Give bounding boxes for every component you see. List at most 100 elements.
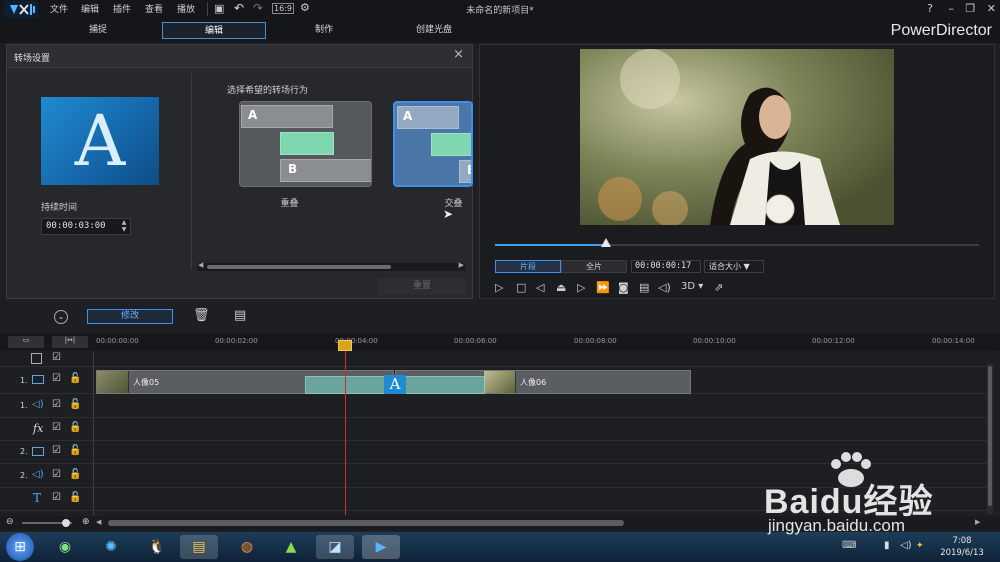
close-icon[interactable]: ✕ — [987, 2, 996, 15]
menu-plugins[interactable]: 插件 — [113, 2, 131, 15]
expand-chevron-icon[interactable]: ⌄ — [54, 310, 68, 324]
tab-capture[interactable]: 捕捉 — [58, 22, 138, 39]
track-lock-icon[interactable]: 🔓 — [69, 422, 81, 433]
track-lock-icon[interactable]: 🔓 — [69, 469, 81, 480]
crossfade-option[interactable]: A B — [393, 101, 473, 187]
mouse-cursor-icon: ➤ — [443, 207, 454, 221]
qq-icon[interactable]: 🐧 — [138, 535, 176, 559]
previous-frame-icon[interactable]: ◁ — [536, 281, 544, 294]
zoom-slider-handle[interactable] — [62, 519, 70, 527]
powerdirector-window: 文件 编辑 插件 查看 播放 ▣ ↶ ↷ 16:9 ⚙ 未命名的新项目* ? –… — [0, 0, 1000, 562]
timecode-display[interactable]: 00:00:00:17 — [631, 260, 701, 273]
file-explorer-icon[interactable]: ▤ — [180, 535, 218, 559]
track-enable-checkbox-icon[interactable]: ☑ — [52, 399, 61, 410]
track-lock-icon[interactable]: 🔓 — [69, 492, 81, 503]
track-number: 1. — [20, 401, 28, 410]
network-tray-icon[interactable]: ✦ — [916, 541, 924, 551]
help-button[interactable]: ? — [927, 2, 933, 15]
video-track-icon — [32, 447, 44, 456]
snapshot-camera-icon[interactable]: ◙ — [618, 281, 629, 294]
scrollbar-thumb[interactable] — [207, 265, 391, 269]
track-lock-icon[interactable]: 🔓 — [69, 445, 81, 456]
menu-playback[interactable]: 播放 — [177, 2, 195, 15]
clip-name: 人像05 — [133, 378, 160, 387]
redo-icon[interactable]: ↷ — [253, 1, 263, 15]
browser-360-icon[interactable]: ◉ — [46, 535, 84, 559]
title-track-icon: T — [33, 491, 42, 505]
zoom-out-icon[interactable]: ⊖ — [6, 517, 14, 527]
seek-handle[interactable] — [601, 238, 612, 247]
fit-timeline-icon[interactable]: |↔| — [52, 336, 88, 348]
split-icon[interactable]: ⏏ — [556, 281, 566, 294]
powerdirector-taskbar-icon[interactable]: ▶ — [362, 535, 400, 559]
settings-icon[interactable]: ⚙ — [300, 1, 310, 14]
track-enable-checkbox-icon[interactable]: ☑ — [52, 445, 61, 456]
playhead-handle[interactable] — [338, 340, 352, 351]
clip-list-icon[interactable]: ▤ — [234, 308, 246, 323]
zoom-in-icon[interactable]: ⊕ — [82, 517, 90, 527]
firefox-icon[interactable]: ◍ — [228, 535, 266, 559]
media-app-icon[interactable]: ▲ — [272, 535, 310, 559]
track-row-fx: fx ☑ 🔓 — [0, 418, 994, 441]
dialog-close-icon[interactable]: × — [453, 47, 464, 62]
modify-button[interactable]: 修改 — [87, 309, 173, 324]
transition-marker[interactable]: A — [384, 375, 406, 394]
baidu-watermark: Baidu经验 jingyan.baidu.com — [748, 452, 1000, 542]
3d-label: 3D — [681, 281, 696, 292]
play-icon[interactable]: ▷ — [495, 281, 503, 294]
track-enable-checkbox-icon[interactable]: ☑ — [52, 492, 61, 503]
duration-spinner[interactable]: ▲ ▼ — [118, 219, 130, 234]
tab-create-disc[interactable]: 创建光盘 — [394, 22, 474, 39]
tick-label: 00:00:02:00 — [215, 337, 258, 345]
track-lock-icon[interactable]: 🔓 — [69, 373, 81, 384]
overlap-option[interactable]: A B — [239, 101, 372, 187]
save-icon[interactable]: ▣ — [214, 2, 224, 15]
fit-size-select[interactable]: 适合大小 ▼ — [704, 260, 764, 273]
scroll-right-icon[interactable]: ▶ — [459, 261, 464, 269]
fast-forward-icon[interactable]: ⏩ — [596, 281, 610, 294]
tab-produce[interactable]: 制作 — [284, 22, 364, 39]
scroll-left-icon[interactable]: ◀ — [96, 518, 101, 526]
enable-all-checkbox-icon[interactable]: ☑ — [52, 352, 61, 363]
media-player-icon[interactable]: ✺ — [92, 535, 130, 559]
options-scrollbar[interactable]: ◀ ▶ — [197, 261, 465, 271]
window-controls: ? – ❐ ✕ — [927, 2, 996, 15]
start-button-icon[interactable]: ⊞ — [6, 533, 34, 561]
clip-thumbnail — [97, 371, 129, 393]
seek-bar[interactable] — [495, 238, 979, 247]
track-enable-checkbox-icon[interactable]: ☑ — [52, 422, 61, 433]
tab-edit[interactable]: 编辑 — [162, 22, 266, 39]
scroll-left-icon[interactable]: ◀ — [198, 261, 203, 269]
stop-icon[interactable]: □ — [516, 281, 526, 294]
3d-toggle[interactable]: 3D ▾ — [681, 281, 703, 292]
window-title: 未命名的新项目* — [466, 6, 534, 16]
track-enable-checkbox-icon[interactable]: ☑ — [52, 469, 61, 480]
option-b-label: B — [467, 163, 471, 177]
aspect-ratio-icon[interactable]: 16:9 — [272, 3, 294, 14]
track-number: 2. — [20, 447, 28, 456]
menu-edit[interactable]: 编辑 — [81, 2, 99, 15]
clip-mode-button[interactable]: 片段 — [495, 260, 561, 273]
track-lock-icon[interactable]: 🔓 — [69, 399, 81, 410]
delete-trash-icon[interactable]: 🗑 — [193, 308, 210, 323]
lock-all-checkbox[interactable] — [31, 353, 42, 364]
overlap-option-label: 重叠 — [280, 199, 299, 209]
subtitle-icon[interactable]: ▤ — [639, 281, 649, 294]
tick-label: 00:00:14:00 — [932, 337, 975, 345]
undo-icon[interactable]: ↶ — [234, 1, 244, 15]
track-enable-checkbox-icon[interactable]: ☑ — [52, 373, 61, 384]
reset-button[interactable]: 重置 — [378, 278, 466, 295]
volume-icon[interactable]: ◁) — [658, 281, 671, 294]
next-frame-icon[interactable]: ▷ — [577, 281, 585, 294]
menu-view[interactable]: 查看 — [145, 2, 163, 15]
external-display-icon[interactable]: ⇗ — [714, 281, 723, 294]
audio-track-icon: ◁) — [32, 399, 44, 410]
menu-file[interactable]: 文件 — [50, 2, 68, 15]
horizontal-scrollbar-thumb[interactable] — [108, 520, 624, 526]
minimize-icon[interactable]: – — [948, 2, 954, 15]
seek-progress — [495, 244, 607, 246]
movie-mode-button[interactable]: 全片 — [561, 260, 627, 273]
window-app-icon[interactable]: ◪ — [316, 535, 354, 559]
track-view-icon[interactable]: ▭ — [8, 336, 44, 348]
restore-icon[interactable]: ❐ — [965, 2, 975, 15]
